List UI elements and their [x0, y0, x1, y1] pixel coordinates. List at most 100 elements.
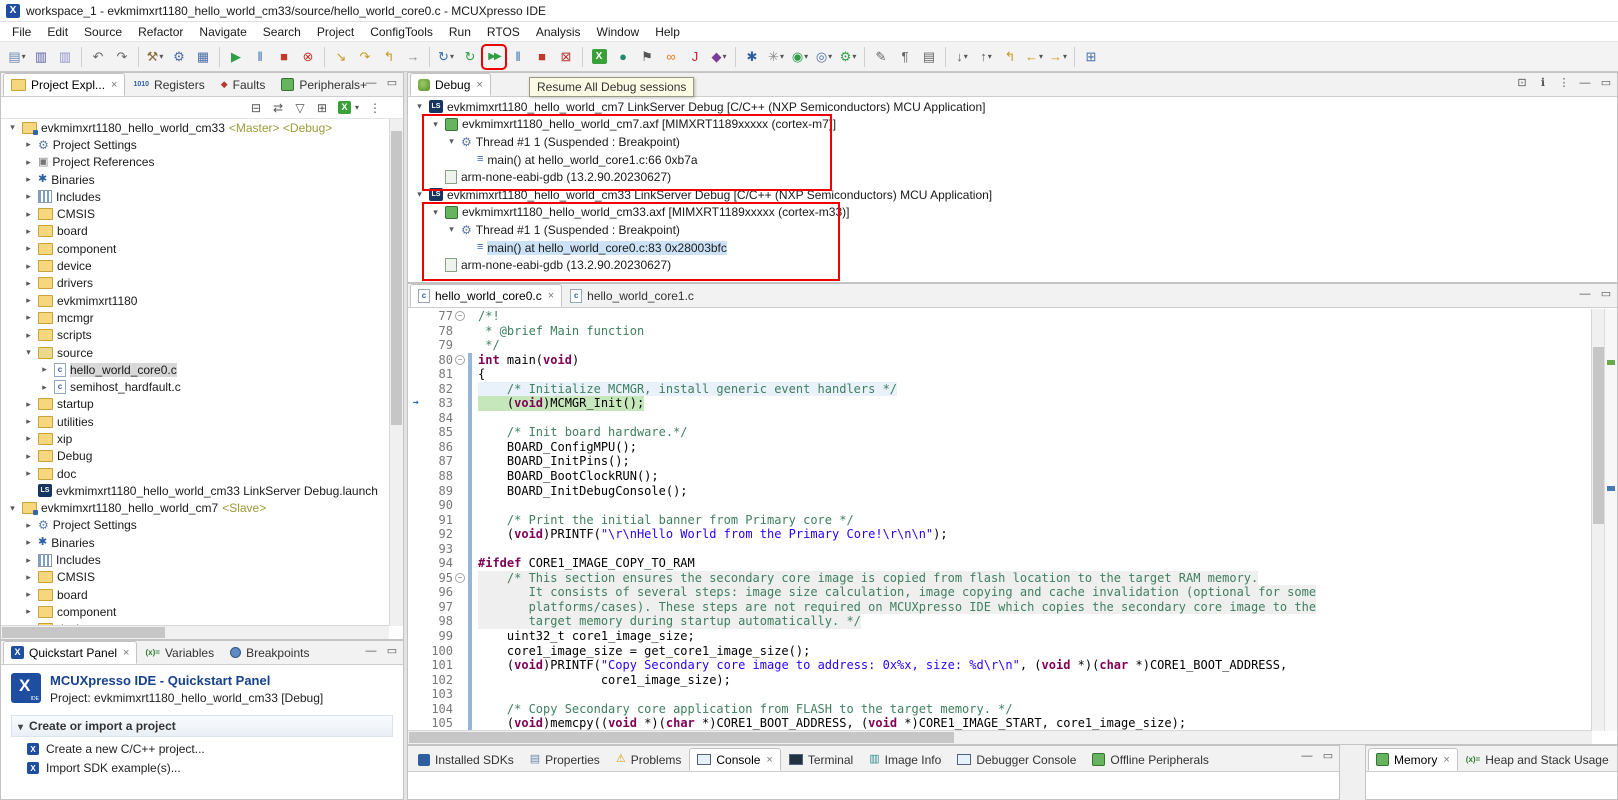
tab-problems[interactable]: ⚠Problems [608, 748, 690, 771]
tab-breakpoints[interactable]: Breakpoints [222, 641, 317, 664]
resume-all-debug-button[interactable]: ▶▶ [483, 46, 505, 68]
tab-peripherals[interactable]: Peripherals+ [273, 73, 375, 96]
tree-closed-arrow[interactable]: ▸ [23, 589, 34, 600]
menu-search[interactable]: Search [255, 23, 309, 41]
tree-closed-arrow[interactable]: ▸ [23, 468, 34, 479]
tree-closed-arrow[interactable]: ▸ [23, 537, 34, 548]
terminate-all-button[interactable]: ■ [531, 46, 553, 68]
step-return-button[interactable]: ↰ [378, 46, 400, 68]
reset-button[interactable]: ↻▾ [435, 46, 457, 68]
suspend-all-button[interactable]: ‖ [507, 46, 529, 68]
tree-closed-arrow[interactable]: ▸ [23, 451, 34, 462]
project-item-includes[interactable]: ▸Includes [1, 188, 389, 205]
menu-configtools[interactable]: ConfigTools [362, 23, 441, 41]
tree-closed-arrow[interactable]: ▸ [23, 330, 34, 341]
debug-item-evkmimxrt1180-hello-world-cm7-linkserver[interactable]: ▾LSevkmimxrt1180_hello_world_cm7 LinkSer… [408, 98, 1616, 116]
project-item-board[interactable]: ▸board [1, 586, 389, 603]
disconnect-button[interactable]: ⊗ [297, 46, 319, 68]
disconnect-all-button[interactable]: ⊠ [555, 46, 577, 68]
next-annotation-button[interactable]: ↓▾ [951, 46, 973, 68]
project-item-evkmimxrt1180-hello-world-cm33[interactable]: ▾evkmimxrt1180_hello_world_cm33 <Master>… [1, 119, 389, 136]
tree-closed-arrow[interactable]: ▸ [23, 278, 34, 289]
debug-button[interactable]: ◎▾ [813, 46, 835, 68]
tab-debug[interactable]: Debug× [410, 73, 491, 96]
build-button[interactable]: ⚒▾ [144, 46, 166, 68]
link-with-editor-button[interactable]: ⇄ [272, 102, 284, 114]
tab-heap-and-stack-usage[interactable]: (x)=Heap and Stack Usage [1458, 748, 1617, 771]
project-item-mcmgr[interactable]: ▸mcmgr [1, 309, 389, 326]
profile-button[interactable]: ⚙▾ [837, 46, 859, 68]
tree-closed-arrow[interactable]: ▸ [23, 416, 34, 427]
tab-quickstart-panel[interactable]: XQuickstart Panel× [3, 641, 137, 664]
menu-refactor[interactable]: Refactor [130, 23, 191, 41]
debug-item-evkmimxrt1180-hello-world-cm33-axf-mimxr[interactable]: ▾evkmimxrt1180_hello_world_cm33.axf [MIM… [408, 204, 1616, 222]
tree-closed-arrow[interactable]: ▸ [23, 606, 34, 617]
terminate-button[interactable]: ■ [273, 46, 295, 68]
tree-closed-arrow[interactable]: ▸ [39, 382, 50, 393]
filter-button[interactable]: ▽ [294, 102, 306, 114]
maximize-button[interactable]: ▭ [386, 646, 398, 657]
menu-window[interactable]: Window [589, 23, 648, 41]
project-item-xip[interactable]: ▸xip [1, 430, 389, 447]
tab-faults[interactable]: ◆Faults [213, 73, 274, 96]
tree-closed-arrow[interactable]: ▸ [23, 157, 34, 168]
quickstart-link-create-a-new-c-c-project[interactable]: Create a new C/C++ project... [11, 737, 393, 756]
back-button[interactable]: ←▾ [1023, 46, 1045, 68]
project-item-board[interactable]: ▸board [1, 223, 389, 240]
tab-properties[interactable]: ▤Properties [522, 748, 608, 771]
collapse-all-button[interactable]: ⊟ [250, 102, 262, 114]
menu-run[interactable]: Run [441, 23, 479, 41]
instruction-stepping-button[interactable]: → [402, 46, 424, 68]
quickstart-section-header[interactable]: Create or import a project [11, 715, 393, 737]
tree-closed-arrow[interactable]: ▸ [39, 364, 50, 375]
fold-collapse-icon[interactable] [453, 571, 466, 586]
menu-rtos[interactable]: RTOS [479, 23, 528, 41]
project-item-project-settings[interactable]: ▸⚙Project Settings [1, 517, 389, 534]
debug-item-evkmimxrt1180-hello-world-cm33-linkserve[interactable]: ▾LSevkmimxrt1180_hello_world_cm33 LinkSe… [408, 186, 1616, 204]
fold-collapse-icon[interactable] [453, 353, 466, 368]
registers-view-button[interactable]: ▦ [192, 46, 214, 68]
open-perspective-button[interactable]: ⊞ [1080, 46, 1102, 68]
menu-source[interactable]: Source [76, 23, 130, 41]
tab-close-icon[interactable]: × [548, 290, 554, 302]
project-item-cmsis[interactable]: ▸CMSIS [1, 569, 389, 586]
debug-item-thread-1-1-suspended-breakpoint[interactable]: ▾⚙Thread #1 1 (Suspended : Breakpoint) [408, 221, 1616, 239]
tree-closed-arrow[interactable]: ▸ [23, 572, 34, 583]
project-item-binaries[interactable]: ▸✱Binaries [1, 171, 389, 188]
suspend-button[interactable]: ‖ [249, 46, 271, 68]
debug-config-button[interactable]: ⚙ [168, 46, 190, 68]
previous-annotation-button[interactable]: ↑▾ [975, 46, 997, 68]
scrollbar-thumb[interactable] [391, 131, 402, 425]
minimize-button[interactable]: — [365, 78, 377, 89]
tree-closed-arrow[interactable]: ▸ [23, 312, 34, 323]
tab-hello-world-core1-c[interactable]: chello_world_core1.c [562, 284, 702, 307]
project-item-doc[interactable]: ▸doc [1, 465, 389, 482]
tree-closed-arrow[interactable]: ▸ [23, 209, 34, 220]
tree-open-arrow[interactable]: ▾ [414, 189, 425, 200]
board-flags-button[interactable]: ⚑ [636, 46, 658, 68]
project-item-includes[interactable]: ▸Includes [1, 551, 389, 568]
tree-closed-arrow[interactable]: ▸ [23, 295, 34, 306]
save-all-button[interactable]: ▥ [54, 46, 76, 68]
show-whitespace-button[interactable]: ¶ [894, 46, 916, 68]
menu-analysis[interactable]: Analysis [528, 23, 589, 41]
jlink-button[interactable]: J [684, 46, 706, 68]
minimize-button[interactable]: — [1579, 78, 1591, 89]
run-button[interactable]: ◉▾ [789, 46, 811, 68]
tree-closed-arrow[interactable]: ▸ [23, 399, 34, 410]
debug-item-arm-none-eabi-gdb-13-2-90-20230627[interactable]: arm-none-eabi-gdb (13.2.90.20230627) [408, 256, 1616, 274]
secure-provisioning-button[interactable]: X [588, 46, 610, 68]
sdk-import-button[interactable]: ✱ [741, 46, 763, 68]
step-into-button[interactable]: ↘ [330, 46, 352, 68]
maximize-button[interactable]: ▭ [1600, 289, 1612, 300]
project-item-component[interactable]: ▸component [1, 240, 389, 257]
debug-item-main-at-hello-world-core1-c-66-0xb7a[interactable]: ≡main() at hello_world_core1.c:66 0xb7a [408, 151, 1616, 169]
probe-discovery-button[interactable]: ◆▾ [708, 46, 730, 68]
tree-closed-arrow[interactable]: ▸ [23, 555, 34, 566]
ide-tools-button[interactable]: ✳▾ [765, 46, 787, 68]
project-item-semihost-hardfault-c[interactable]: ▸csemihost_hardfault.c [1, 378, 389, 395]
linkserver-button[interactable]: ∞ [660, 46, 682, 68]
tab-terminal[interactable]: Terminal [781, 748, 861, 771]
editor-code-area[interactable]: 77/*!78 * @brief Main function79 */80int… [408, 309, 1592, 731]
tab-project-expl[interactable]: Project Expl...× [3, 73, 125, 96]
